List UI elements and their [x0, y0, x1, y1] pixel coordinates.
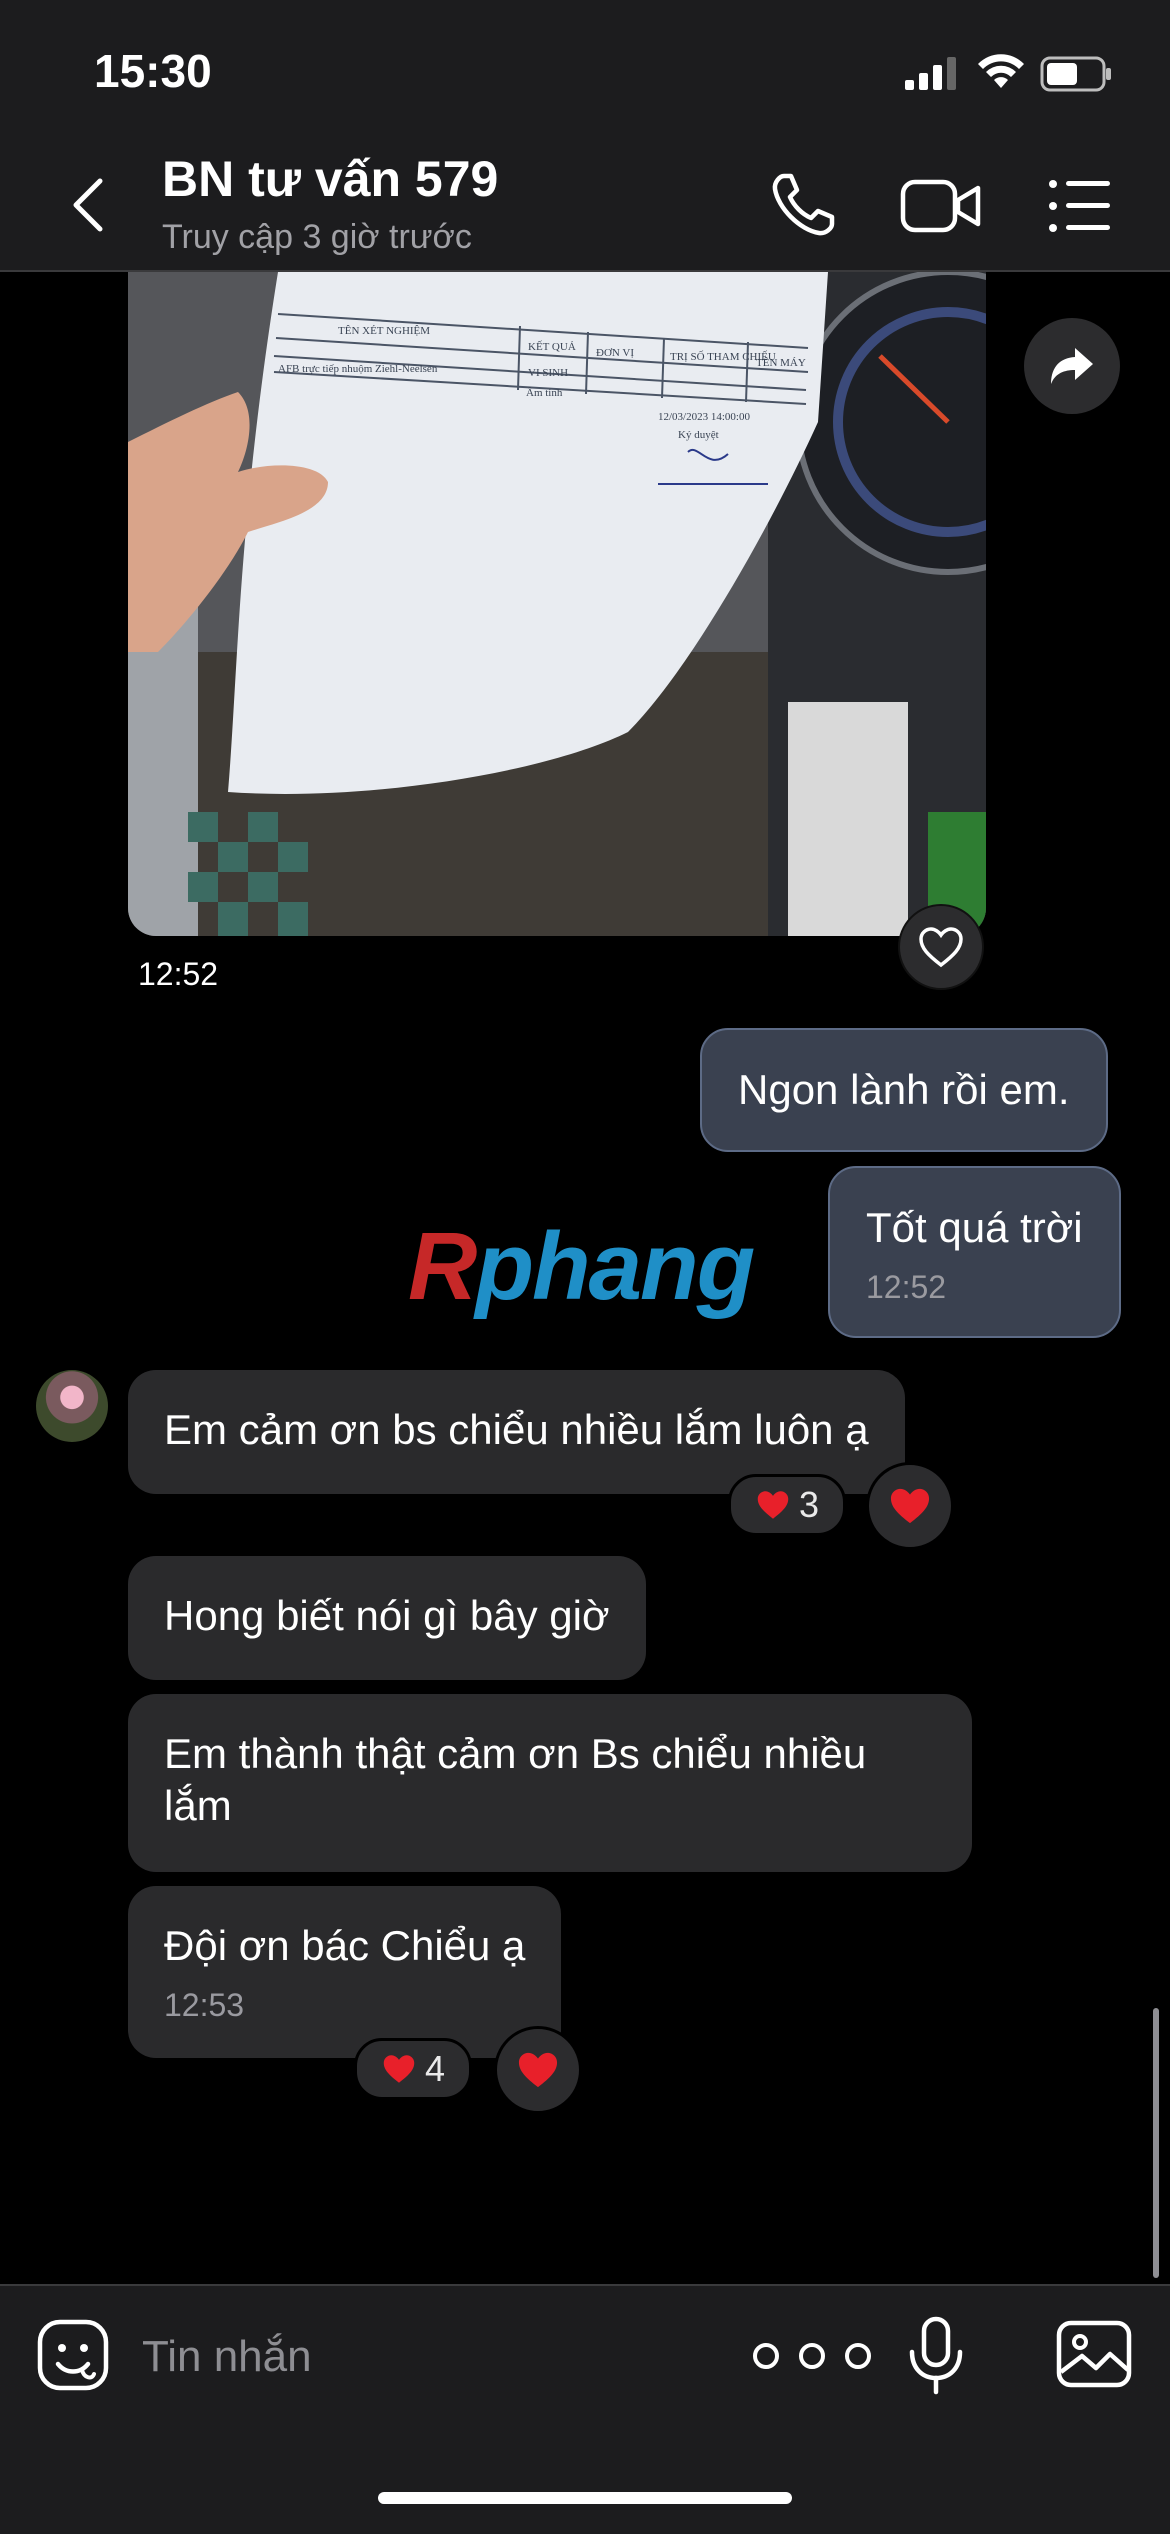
- doc-col-machine: TÊN MÁY: [756, 357, 806, 369]
- status-time: 15:30: [94, 45, 212, 97]
- reaction-count: 3: [798, 1484, 820, 1525]
- heart-icon: [518, 2052, 558, 2088]
- message-time: 12:53: [164, 1987, 245, 2023]
- share-button[interactable]: [1024, 318, 1120, 414]
- photo-message[interactable]: TÊN XÉT NGHIỆM KẾT QUẢ ĐƠN VỊ TRỊ SỐ THA…: [128, 272, 986, 936]
- incoming-message[interactable]: Hong biết nói gì bây giờ: [128, 1556, 646, 1680]
- doc-date: 12/03/2023 14:00:00: [658, 411, 750, 423]
- message-text: Đội ơn bác Chiểu ạ: [164, 1922, 526, 1969]
- heart-icon: [757, 1491, 789, 1519]
- video-call-icon[interactable]: [900, 176, 982, 236]
- last-seen-status: Truy cập 3 giờ trước: [162, 218, 472, 256]
- scrollbar[interactable]: [1153, 2008, 1159, 2278]
- reaction-count: 4: [424, 2048, 446, 2089]
- heart-icon: [890, 1488, 930, 1524]
- doc-row-label: VI SINH: [528, 367, 568, 379]
- outgoing-message[interactable]: Ngon lành rồi em.: [700, 1028, 1108, 1152]
- message-text: Ngon lành rồi em.: [738, 1066, 1070, 1113]
- microphone-icon[interactable]: [906, 2316, 966, 2396]
- battery-icon: [1040, 56, 1111, 92]
- watermark-logo: Rphang: [408, 1212, 755, 1322]
- phone-icon[interactable]: [770, 172, 836, 238]
- watermark-part-2: phang: [475, 1213, 755, 1320]
- gallery-icon[interactable]: [1056, 2320, 1132, 2388]
- like-button[interactable]: [898, 904, 984, 990]
- message-text: Em cảm ơn bs chiểu nhiều lắm luôn ạ: [164, 1406, 869, 1453]
- chat-title: BN tư vấn 579: [162, 151, 499, 207]
- menu-icon[interactable]: [1048, 178, 1112, 234]
- signal-icon: [905, 57, 956, 90]
- message-input[interactable]: [140, 2320, 704, 2394]
- share-icon: [1051, 348, 1093, 384]
- outgoing-message[interactable]: Tốt quá trời 12:52: [828, 1166, 1121, 1338]
- back-button[interactable]: [58, 170, 118, 240]
- doc-test: AFB trực tiếp nhuộm Ziehl-Neelsen: [278, 363, 438, 375]
- photo-timestamp: 12:52: [134, 952, 223, 997]
- heart-icon: [383, 2055, 415, 2083]
- reaction-summary[interactable]: 4: [354, 2038, 472, 2100]
- incoming-message[interactable]: Em thành thật cảm ơn Bs chiểu nhiều lắm: [128, 1694, 972, 1872]
- watermark-part-1: R: [408, 1213, 477, 1320]
- home-indicator[interactable]: [378, 2492, 792, 2504]
- doc-heading: TÊN XÉT NGHIỆM: [338, 325, 430, 337]
- message-text: Em thành thật cảm ơn Bs chiểu nhiều lắm: [164, 1730, 867, 1829]
- reaction-summary[interactable]: 3: [728, 1474, 846, 1536]
- doc-signature: Ký duyệt: [678, 429, 719, 441]
- wifi-icon: [978, 54, 1024, 88]
- lab-result-photo: TÊN XÉT NGHIỆM KẾT QUẢ ĐƠN VỊ TRỊ SỐ THA…: [128, 272, 986, 936]
- react-button[interactable]: [494, 2026, 582, 2114]
- contact-avatar[interactable]: [36, 1370, 108, 1442]
- sticker-icon[interactable]: [36, 2318, 110, 2392]
- react-button[interactable]: [866, 1462, 954, 1550]
- message-text: Tốt quá trời: [866, 1204, 1083, 1251]
- doc-col-unit: ĐƠN VỊ: [596, 347, 634, 359]
- incoming-message[interactable]: Đội ơn bác Chiểu ạ 12:53: [128, 1886, 562, 2058]
- message-text: Hong biết nói gì bây giờ: [164, 1592, 610, 1639]
- doc-result: Âm tính: [526, 387, 563, 399]
- more-icon[interactable]: [748, 2334, 876, 2378]
- doc-col-result: KẾT QUẢ: [528, 340, 576, 353]
- heart-outline-icon: [919, 927, 963, 968]
- message-time: 12:52: [866, 1269, 947, 1305]
- back-icon: [73, 178, 103, 232]
